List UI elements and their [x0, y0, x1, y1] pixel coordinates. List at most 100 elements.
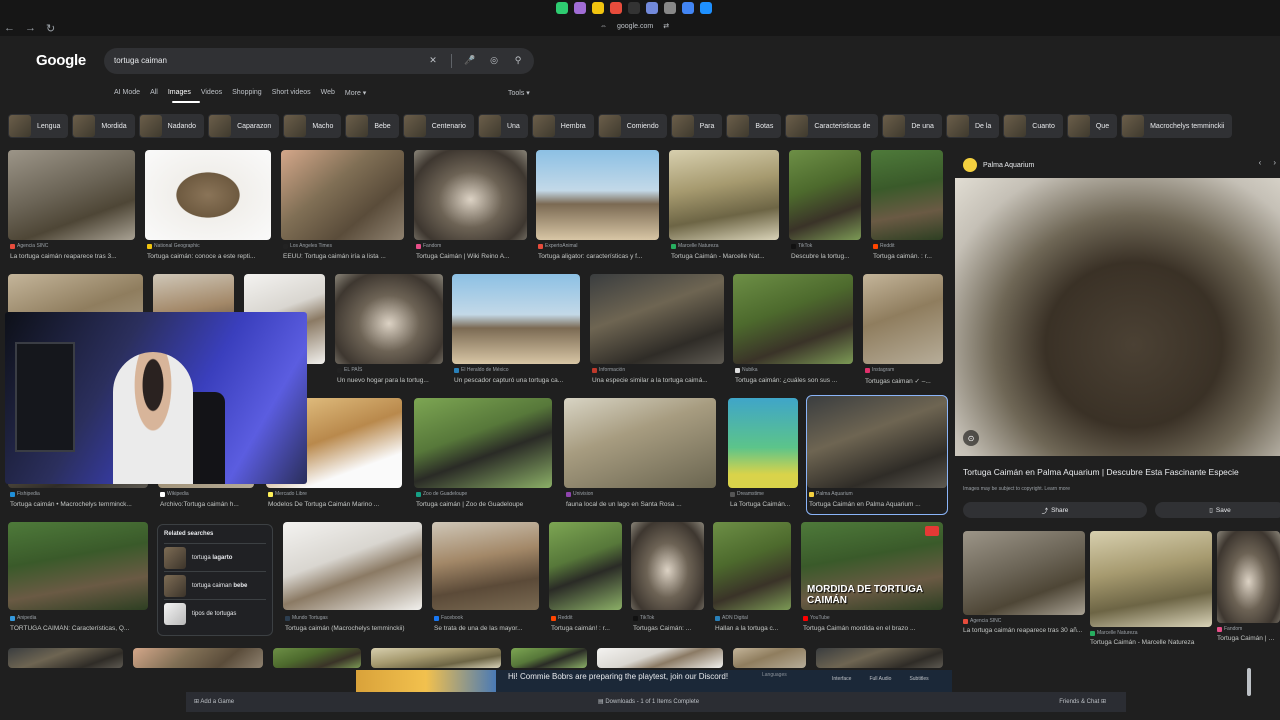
result-thumbnail[interactable]	[414, 150, 527, 240]
image-result[interactable]: National Geographic Tortuga caimán: cono…	[145, 150, 271, 260]
result-source[interactable]: El Heraldo de México	[454, 367, 509, 373]
result-source[interactable]: EL PAÍS	[337, 367, 362, 373]
image-result[interactable]: Información Una especie similar a la tor…	[590, 274, 724, 384]
result-thumbnail[interactable]	[281, 150, 404, 240]
result-source[interactable]: Anipedia	[10, 615, 36, 621]
result-thumbnail[interactable]	[1090, 531, 1212, 627]
result-source[interactable]: Palma Aquarium	[809, 491, 853, 497]
result-thumbnail[interactable]	[8, 522, 148, 610]
result-title[interactable]: fauna local de un lago en Santa Rosa ...	[566, 501, 718, 508]
result-title[interactable]: EEUU: Tortuga caimán iría a lista ...	[283, 253, 406, 260]
previous-icon[interactable]: ‹	[1259, 158, 1262, 167]
next-icon[interactable]: ›	[1273, 158, 1276, 167]
result-thumbnail[interactable]	[145, 150, 271, 240]
image-result[interactable]: MORDIDA DE TORTUGA CAIMÁN YouTube Tortug…	[801, 522, 943, 632]
image-result[interactable]: Reddit Tortuga caimán! : r...	[549, 522, 622, 632]
related-search-item[interactable]: tortuga caiman bebe	[164, 571, 266, 599]
result-title[interactable]: La tortuga caimán reaparece tras 30 añ..…	[963, 627, 1085, 634]
result-title[interactable]: La tortuga caimán reaparece tras 3...	[10, 253, 137, 260]
downloads-status[interactable]: ▤ Downloads - 1 of 1 Items Complete	[598, 698, 699, 705]
result-thumbnail[interactable]	[631, 522, 704, 610]
related-image[interactable]: Fandom Tortuga Caimán | Wiki	[1217, 531, 1280, 642]
result-title[interactable]: Archivo:Tortuga caimán h...	[160, 501, 256, 508]
scrollbar-handle[interactable]	[1247, 668, 1251, 696]
image-result[interactable]: Marcelle Natureza Tortuga Caimán - Marce…	[669, 150, 779, 260]
result-thumbnail[interactable]	[590, 274, 724, 364]
preview-source[interactable]: Palma Aquarium	[963, 158, 1034, 172]
image-result[interactable]: ADN Digital Hallan a la tortuga c...	[713, 522, 791, 632]
result-thumbnail[interactable]	[536, 150, 659, 240]
result-source[interactable]: Wikipedia	[160, 491, 189, 497]
result-thumbnail[interactable]	[283, 522, 422, 610]
result-title[interactable]: TORTUGA CAIMÁN: Características, Q...	[10, 625, 150, 632]
result-title[interactable]: Tortuga aligator: características y f...	[538, 253, 661, 260]
result-source[interactable]: ADN Digital	[715, 615, 748, 621]
result-source[interactable]: Zoo de Guadeloupe	[416, 491, 467, 497]
image-result[interactable]: Nubika Tortuga caimán: ¿cuáles son sus .…	[733, 274, 853, 384]
image-result[interactable]: Reddit Tortuga caimán. : r...	[871, 150, 943, 260]
friends-chat-button[interactable]: Friends & Chat ⊞	[1059, 698, 1106, 705]
image-result[interactable]: Agencia SINC La tortuga caimán reaparece…	[8, 150, 135, 260]
image-result[interactable]: Fandom Tortuga Caimán | Wiki Reino A...	[414, 150, 527, 260]
result-source[interactable]: Reddit	[873, 243, 894, 249]
result-title[interactable]: Tortuga Caimán mordida en el brazo ...	[803, 625, 945, 632]
result-title[interactable]: Tortuga caimán | Zoo de Guadeloupe	[416, 501, 554, 508]
result-title[interactable]: Tortuga Caimán - Marcelle Nat...	[671, 253, 781, 260]
result-thumbnail[interactable]	[335, 274, 443, 364]
result-title[interactable]: Tortuga caimán. : r...	[873, 253, 945, 260]
result-thumbnail[interactable]: MORDIDA DE TORTUGA CAIMÁN	[801, 522, 943, 610]
result-title[interactable]: Tortuga caimán: conoce a este repti...	[147, 253, 273, 260]
result-thumbnail[interactable]	[8, 648, 123, 668]
result-source[interactable]: National Geographic	[147, 243, 200, 249]
chip[interactable]: Macrochelys temminckii	[1121, 114, 1233, 138]
image-result[interactable]: Instagram Tortugas caiman ✓ –...	[863, 274, 943, 385]
result-source[interactable]: Agencia SINC	[10, 243, 48, 249]
image-result[interactable]: Dreamstime La Tortuga Caimán...	[728, 398, 798, 508]
result-thumbnail[interactable]	[963, 531, 1085, 615]
image-result[interactable]: Univision fauna local de un lago en Sant…	[564, 398, 716, 508]
image-result[interactable]: ExpertoAnimal Tortuga aligator: caracter…	[536, 150, 659, 260]
result-source[interactable]: TikTok	[791, 243, 812, 249]
result-title[interactable]: Un pescador capturó una tortuga ca...	[454, 377, 582, 384]
image-result[interactable]: EL PAÍS Un nuevo hogar para la tortug...	[335, 274, 443, 384]
result-source[interactable]: Instagram	[865, 367, 894, 373]
image-result[interactable]: Anipedia TORTUGA CAIMÁN: Características…	[8, 522, 148, 632]
chip[interactable]: Cuanto	[1003, 114, 1063, 138]
result-title[interactable]: Descubre la tortug...	[791, 253, 863, 260]
image-result[interactable]: El Heraldo de México Un pescador capturó…	[452, 274, 580, 384]
result-title[interactable]: Tortuga caimán: ¿cuáles son sus ...	[735, 377, 855, 384]
chip[interactable]: Que	[1066, 114, 1118, 138]
result-title[interactable]: Tortuga Caimán | Wiki Reino A...	[416, 253, 529, 260]
image-result[interactable]: Mundo Tortugas Tortuga caimán (Macrochel…	[283, 522, 422, 632]
result-thumbnail[interactable]	[414, 398, 552, 488]
related-search-item[interactable]: tortuga lagarto	[164, 543, 266, 571]
result-thumbnail[interactable]	[789, 150, 861, 240]
result-title[interactable]: Una especie similar a la tortuga caimá..…	[592, 377, 726, 384]
result-thumbnail[interactable]	[871, 150, 943, 240]
result-title[interactable]: Un nuevo hogar para la tortug...	[337, 377, 445, 384]
image-result[interactable]: TikTok Tortugas Caimán: ...	[631, 522, 704, 632]
result-thumbnail[interactable]	[1217, 531, 1280, 623]
result-title[interactable]: Modelos De Tortuga Caimán Marino ...	[268, 501, 404, 508]
result-source[interactable]: Agencia SINC	[963, 618, 1001, 624]
related-image[interactable]: Marcelle Natureza Tortuga Caimán - Marce…	[1090, 531, 1212, 646]
result-source[interactable]: Información	[592, 367, 625, 373]
result-title[interactable]: Tortuga caimán! : r...	[551, 625, 624, 632]
result-thumbnail[interactable]	[816, 648, 943, 668]
result-title[interactable]: Hallan a la tortuga c...	[715, 625, 793, 632]
result-title[interactable]: Tortuga Caimán en Palma Aquarium ...	[809, 501, 945, 508]
result-title[interactable]: Tortugas caiman ✓ –...	[865, 377, 945, 385]
result-source[interactable]: Marcelle Natureza	[1090, 630, 1138, 636]
image-result[interactable]: Los Angeles Times EEUU: Tortuga caimán i…	[281, 150, 404, 260]
result-title[interactable]: Tortugas Caimán: ...	[633, 625, 706, 632]
result-thumbnail[interactable]	[452, 274, 580, 364]
share-button[interactable]: ⤴ Share	[963, 502, 1147, 518]
result-thumbnail[interactable]	[564, 398, 716, 488]
result-source[interactable]: Dreamstime	[730, 491, 764, 497]
result-title[interactable]: Tortuga Caimán - Marcelle Natureza	[1090, 639, 1212, 646]
lens-search-icon[interactable]: ⊙	[963, 430, 979, 446]
result-source[interactable]: Facebook	[434, 615, 463, 621]
result-source[interactable]: TikTok	[633, 615, 654, 621]
result-source[interactable]: ExpertoAnimal	[538, 243, 578, 249]
result-thumbnail[interactable]	[273, 648, 361, 668]
